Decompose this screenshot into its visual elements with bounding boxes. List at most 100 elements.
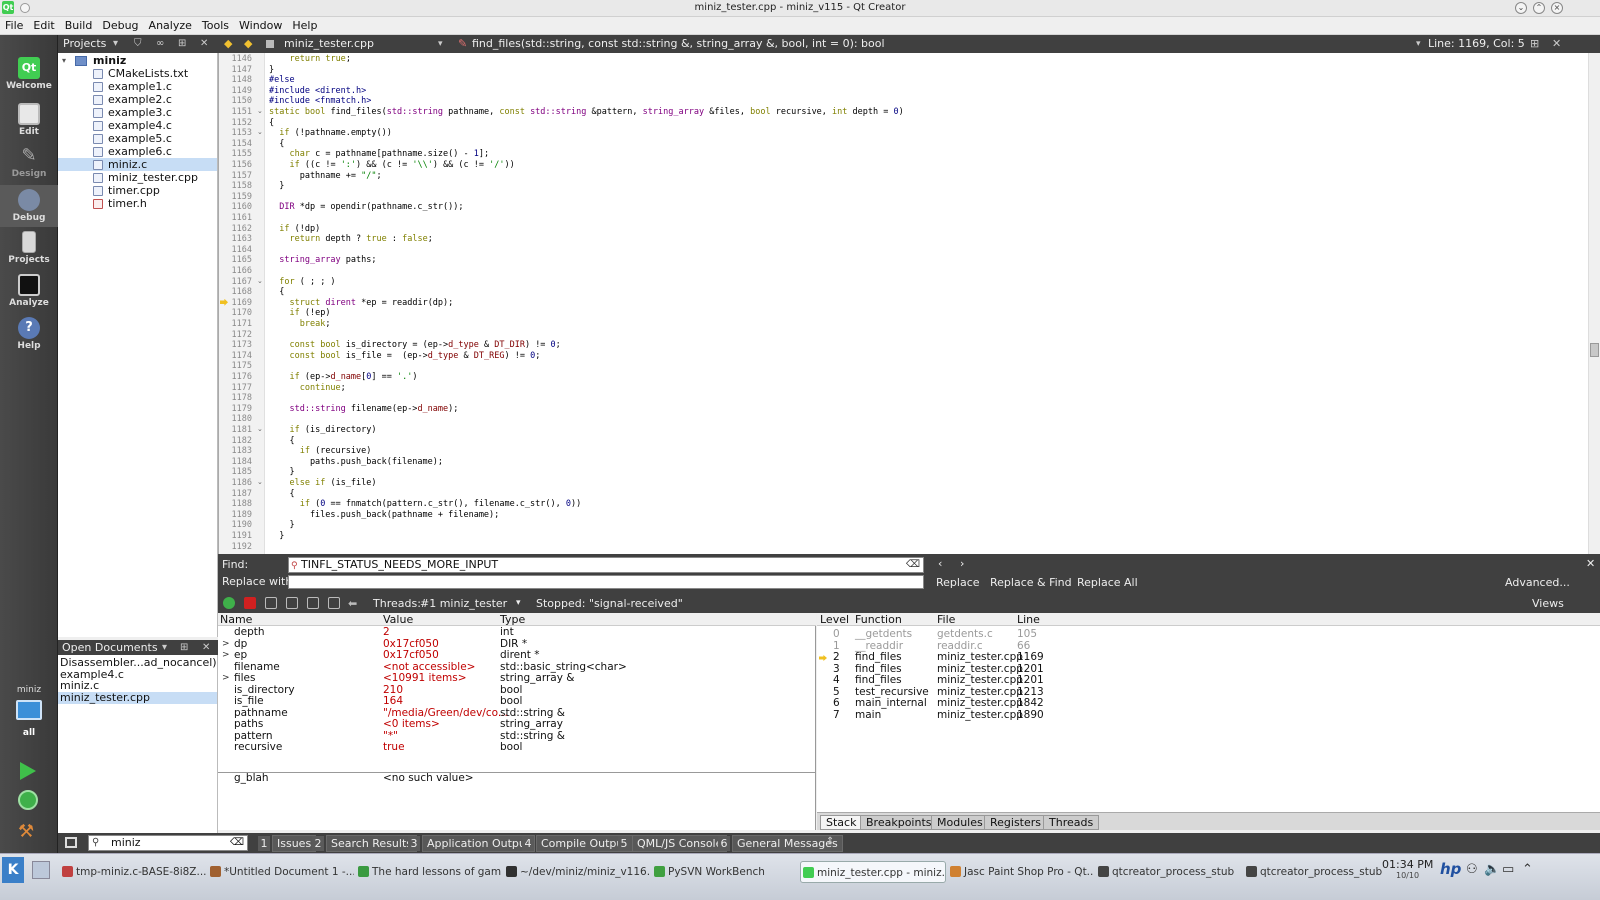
column-value[interactable]: Value xyxy=(383,613,413,626)
project-file-item[interactable]: CMakeLists.txt xyxy=(58,67,217,80)
output-tab-application-output[interactable]: 3 Application Output xyxy=(408,835,536,852)
line-number[interactable]: 1157 xyxy=(219,171,252,182)
start-menu-icon[interactable]: K xyxy=(2,857,24,883)
build-hammer-icon[interactable]: ⚒ xyxy=(18,822,40,842)
open-documents-selector[interactable]: Open Documents xyxy=(62,641,158,654)
taskbar-window-item[interactable]: tmp-miniz.c-BASE-8i8Z... xyxy=(60,861,206,883)
line-number[interactable]: 1168 xyxy=(219,287,252,298)
column-line[interactable]: Line xyxy=(1017,613,1040,626)
replace-button[interactable]: Replace xyxy=(936,576,980,589)
close-window-button[interactable]: × xyxy=(1551,2,1563,14)
stack-frame-row[interactable]: 2 find_files miniz_tester.cpp 1169 xyxy=(817,651,1600,663)
mode-debug[interactable]: Debug xyxy=(0,185,58,227)
output-tab-general-messages[interactable]: 6 General Messages xyxy=(718,835,843,852)
maximize-button[interactable]: ⌃ xyxy=(1533,2,1545,14)
minimize-button[interactable]: ⌄ xyxy=(1515,2,1527,14)
battery-icon[interactable]: ▭ xyxy=(1502,862,1514,877)
stop-debugger-icon[interactable] xyxy=(244,597,256,609)
taskbar-window-item[interactable]: Jasc Paint Shop Pro - Qt... xyxy=(948,861,1094,883)
split-icon[interactable]: ⊞ xyxy=(178,35,186,53)
menu-edit[interactable]: Edit xyxy=(28,17,59,34)
continue-icon[interactable] xyxy=(223,597,235,609)
line-number[interactable]: 1146 xyxy=(219,54,252,65)
chevron-down-icon[interactable]: ▾ xyxy=(162,640,167,655)
toggle-sidebar-icon[interactable] xyxy=(65,837,77,848)
tray-arrow-icon[interactable]: ⌃ xyxy=(1522,862,1533,877)
collapse-arrow-icon[interactable]: ▾ xyxy=(62,54,66,67)
stack-frame-row[interactable]: 7 main miniz_tester.cpp 1890 xyxy=(817,709,1600,721)
forward-arrow-icon[interactable]: ◆ xyxy=(244,35,252,53)
find-next-icon[interactable]: › xyxy=(960,557,964,570)
line-number[interactable]: 1191 xyxy=(219,531,252,542)
line-number[interactable]: 1154 xyxy=(219,139,252,150)
project-file-item[interactable]: example4.c xyxy=(58,119,217,132)
tab-registers[interactable]: Registers xyxy=(984,815,1048,830)
menu-help[interactable]: Help xyxy=(287,17,322,34)
column-type[interactable]: Type xyxy=(500,613,525,626)
output-tab-search-results[interactable]: 2 Search Results xyxy=(312,835,418,852)
stack-frame-row[interactable]: 6 main_internal miniz_tester.cpp 1842 xyxy=(817,697,1600,709)
volume-icon[interactable]: 🔈 xyxy=(1484,862,1500,877)
line-number[interactable]: 1159 xyxy=(219,192,252,203)
column-name[interactable]: Name xyxy=(220,613,252,626)
split-icon[interactable]: ⊞ xyxy=(1530,35,1539,53)
line-number[interactable]: 1153 xyxy=(219,128,252,139)
project-root[interactable]: ▾ miniz xyxy=(58,54,217,67)
line-number[interactable]: 1158 xyxy=(219,181,252,192)
stack-frame-row[interactable]: 0 __getdents getdents.c 105 xyxy=(817,628,1600,640)
project-file-item[interactable]: example6.c xyxy=(58,145,217,158)
chevron-down-icon[interactable]: ▾ xyxy=(516,594,521,613)
line-number[interactable]: 1166 xyxy=(219,266,252,277)
menu-tools[interactable]: Tools xyxy=(197,17,234,34)
taskbar-window-item[interactable]: The hard lessons of gam... xyxy=(356,861,502,883)
network-icon[interactable]: ⚇ xyxy=(1466,862,1478,877)
open-document-item[interactable]: Disassembler...ad_nocancel) xyxy=(58,657,217,669)
function-symbol-selector[interactable]: find_files(std::string, const std::strin… xyxy=(472,35,885,53)
current-file-selector[interactable]: miniz_tester.cpp xyxy=(284,35,374,53)
line-number[interactable]: 1149 xyxy=(219,86,252,97)
scrollbar-thumb[interactable] xyxy=(1590,343,1599,357)
line-number[interactable]: 1177 xyxy=(219,383,252,394)
project-file-item[interactable]: timer.h xyxy=(58,197,217,210)
line-number[interactable]: 1184 xyxy=(219,457,252,468)
fold-marker-icon[interactable]: ⌄ xyxy=(257,107,263,115)
line-number[interactable]: 1173 xyxy=(219,340,252,351)
debug-run-icon[interactable] xyxy=(18,790,38,810)
instruction-mode-icon[interactable] xyxy=(328,597,340,609)
line-number[interactable]: 1183 xyxy=(219,446,252,457)
line-number[interactable]: 1176 xyxy=(219,372,252,383)
line-number[interactable]: 1151 xyxy=(219,107,252,118)
find-previous-icon[interactable]: ‹ xyxy=(938,557,942,570)
line-number[interactable]: 1161 xyxy=(219,213,252,224)
line-number[interactable]: 1178 xyxy=(219,393,252,404)
line-number[interactable]: 1192 xyxy=(219,542,252,553)
filter-icon[interactable]: ⛉ xyxy=(134,35,142,53)
stack-frame-row[interactable]: 3 find_files miniz_tester.cpp 1201 xyxy=(817,663,1600,675)
project-file-item[interactable]: example3.c xyxy=(58,106,217,119)
close-pane-icon[interactable]: ✕ xyxy=(202,640,210,655)
taskbar-window-item[interactable]: *Untitled Document 1 -... xyxy=(208,861,354,883)
mode-help[interactable]: ? Help xyxy=(0,313,58,355)
menu-analyze[interactable]: Analyze xyxy=(144,17,197,34)
output-tab-qml-js-console[interactable]: 5 QML/JS Console xyxy=(618,835,728,852)
kit-selector-monitor-icon[interactable] xyxy=(16,700,42,720)
line-number[interactable]: 1155 xyxy=(219,149,252,160)
menu-window[interactable]: Window xyxy=(234,17,287,34)
tab-stack[interactable]: Stack xyxy=(820,815,863,830)
line-number[interactable]: 1189 xyxy=(219,510,252,521)
clear-input-icon[interactable]: ⌫ xyxy=(230,836,244,850)
close-pane-icon[interactable]: ✕ xyxy=(200,35,208,53)
menu-debug[interactable]: Debug xyxy=(97,17,143,34)
hp-logo-icon[interactable]: hp xyxy=(1440,860,1461,878)
watch-row[interactable]: g_blah <no such value> xyxy=(218,772,816,784)
column-level[interactable]: Level xyxy=(820,613,849,626)
locals-row[interactable]: recursive true bool xyxy=(218,741,816,753)
locals-row[interactable]: is_file 164 bool xyxy=(218,695,816,707)
replace-all-button[interactable]: Replace All xyxy=(1077,576,1138,589)
link-icon[interactable]: ∞ xyxy=(156,35,164,53)
chevron-down-icon[interactable]: ▾ xyxy=(438,35,443,53)
expand-arrow-icon[interactable]: > xyxy=(222,650,230,661)
line-number[interactable]: 1165 xyxy=(219,255,252,266)
open-document-item[interactable]: miniz_tester.cpp xyxy=(58,691,217,704)
mode-edit[interactable]: Edit xyxy=(0,99,58,141)
